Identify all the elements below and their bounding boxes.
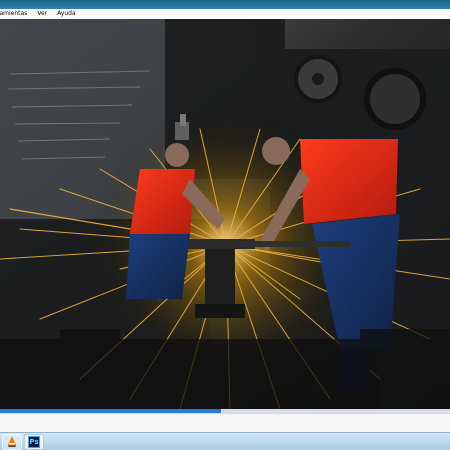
- menu-herramientas[interactable]: ramientas: [0, 9, 32, 19]
- taskbar-photoshop-button[interactable]: Ps: [24, 433, 44, 450]
- taskbar: Ps: [0, 432, 450, 450]
- vlc-icon: [7, 435, 17, 447]
- viewer-bottom-area: [0, 413, 450, 433]
- window-titlebar[interactable]: [0, 0, 450, 9]
- photoshop-icon-label: Ps: [29, 437, 39, 446]
- menu-ayuda[interactable]: Ayuda: [52, 9, 81, 19]
- image-viewer[interactable]: [0, 19, 450, 409]
- menu-ver[interactable]: Ver: [32, 9, 52, 19]
- blacksmiths-photo-image: [0, 19, 450, 409]
- taskbar-vlc-button[interactable]: [2, 433, 22, 450]
- photoshop-icon: Ps: [28, 435, 40, 448]
